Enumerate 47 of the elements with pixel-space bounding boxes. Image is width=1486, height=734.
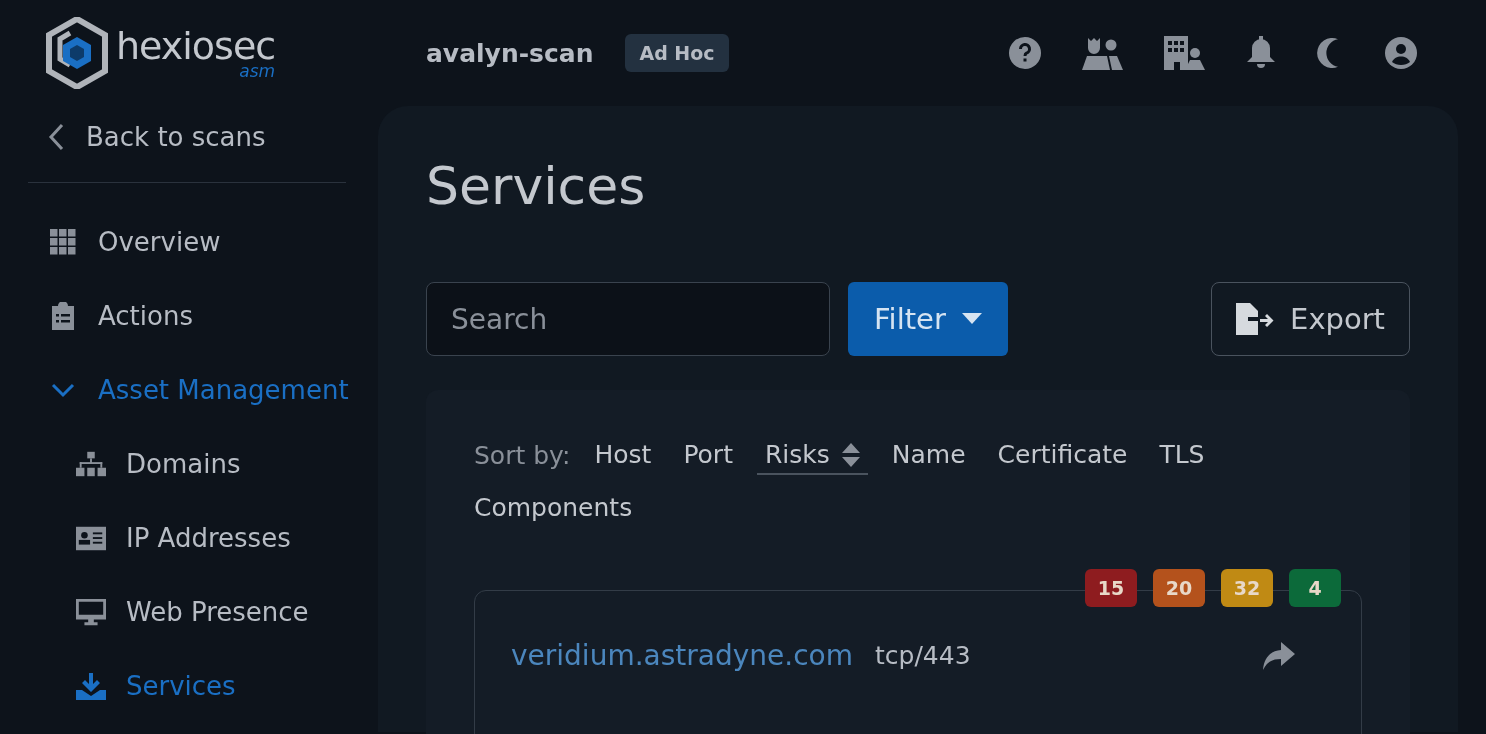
nav-item[interactable]: Overview [28,205,378,279]
users-icon[interactable] [1082,36,1124,70]
sort-label: Sort by: [474,441,571,470]
host-link[interactable]: veridium.astradyne.com [511,639,853,672]
sort-icon [841,442,860,467]
brand-name: hexiosec [116,26,276,65]
scan-name: avalyn-scan [426,38,594,68]
help-icon[interactable] [1008,36,1042,70]
bell-icon[interactable] [1246,36,1276,70]
nav-item[interactable]: Domains [28,427,378,501]
risk-count-badge: 32 [1221,569,1273,607]
clipboard-icon [52,302,74,330]
share-icon[interactable] [1263,641,1295,670]
sort-option[interactable]: Certificate [989,436,1136,475]
sort-option[interactable]: Components [466,489,641,528]
sort-option[interactable]: TLS [1151,436,1213,475]
user-icon[interactable] [1384,36,1418,70]
search-field[interactable]: Search [426,282,830,356]
nav-item[interactable]: Web Presence [28,575,378,649]
brand-subtitle: asm [239,62,276,80]
sitemap-icon [76,451,106,477]
nav-group[interactable]: Asset Management [28,353,378,427]
hexagon-logo-icon [46,17,108,89]
grid-icon [50,229,76,255]
sort-option[interactable]: Port [675,436,741,475]
sort-option[interactable]: Host [586,436,660,475]
nav-item[interactable]: Services [28,649,378,723]
risk-count-badge: 15 [1085,569,1137,607]
filter-button[interactable]: Filter [848,282,1008,356]
sort-option[interactable]: Risks [756,436,868,475]
page-title: Services [426,156,647,216]
nav-item[interactable]: IP Addresses [28,501,378,575]
nav-item[interactable]: Actions [28,279,378,353]
port-label: tcp/443 [875,641,971,670]
risk-count-badge: 4 [1289,569,1341,607]
chevron-left-icon [48,123,64,151]
export-button[interactable]: Export [1211,282,1410,356]
risk-count-badge: 20 [1153,569,1205,607]
monitor-icon [76,598,106,626]
caret-icon [961,313,982,325]
sort-option[interactable]: Name [883,436,974,475]
building-person-icon[interactable] [1164,36,1206,70]
download-icon [76,672,106,700]
scan-type-badge: Ad Hoc [625,34,729,72]
file-export-icon [1236,303,1275,335]
back-link[interactable]: Back to scans [28,106,346,183]
id-card-icon [76,525,106,551]
